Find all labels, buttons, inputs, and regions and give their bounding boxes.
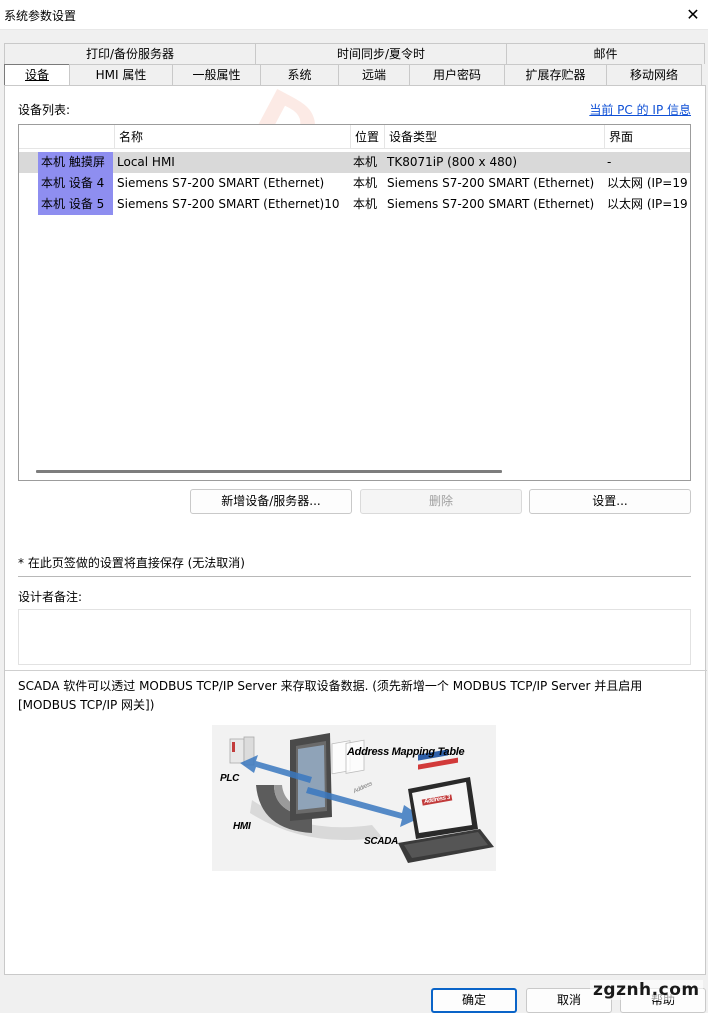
direct-save-note: * 在此页签做的设置将直接保存 (无法取消)	[18, 556, 245, 570]
cell-name: Siemens S7-200 SMART (Ethernet)	[117, 176, 325, 190]
cell-location: 本机	[353, 176, 378, 190]
window-title: 系统参数设置	[4, 9, 77, 23]
tab-row-lower: 设备 HMI 属性 一般属性 系统 远端 用户密码 扩展存贮器 移动网络	[4, 64, 706, 85]
settings-button[interactable]: 设置...	[529, 489, 691, 514]
devices-panel: DATAIE 设备列表: 当前 PC 的 IP 信息 名称 位置 设备类型 界面…	[4, 73, 707, 975]
tab-system[interactable]: 系统	[260, 64, 339, 85]
row-header: 本机 设备 4	[38, 173, 113, 194]
cell-device-type: Siemens S7-200 SMART (Ethernet)	[387, 176, 595, 190]
cell-device-type: Siemens S7-200 SMART (Ethernet)	[387, 197, 595, 211]
site-watermark: zgznh.com	[590, 980, 703, 1000]
cell-device-type: TK8071iP (800 x 480)	[387, 155, 518, 169]
scada-diagram: Address Mapping Table PLC HMI SCADA Addr…	[212, 725, 496, 871]
close-icon[interactable]: ✕	[682, 4, 704, 26]
current-pc-ip-link[interactable]: 当前 PC 的 IP 信息	[589, 101, 691, 118]
cell-interface: 以太网 (IP=19	[607, 176, 688, 190]
cell-interface: -	[607, 155, 612, 169]
add-device-button[interactable]: 新增设备/服务器...	[190, 489, 352, 514]
table-row[interactable]: 本机 设备 4 Siemens S7-200 SMART (Ethernet) …	[19, 173, 690, 194]
scada-label: SCADA	[364, 836, 399, 847]
horizontal-scrollbar[interactable]	[36, 470, 502, 473]
tab-general-properties[interactable]: 一般属性	[172, 64, 261, 85]
column-header-name[interactable]: 名称	[114, 125, 143, 149]
tab-row-upper: 打印/备份服务器 时间同步/夏令时 邮件	[4, 43, 706, 64]
designer-notes-field[interactable]	[18, 609, 691, 665]
divider	[5, 670, 707, 671]
row-header: 本机 触摸屏	[38, 152, 113, 173]
cell-location: 本机	[353, 155, 378, 169]
tab-hmi-properties[interactable]: HMI 属性	[69, 64, 173, 85]
plc-label: PLC	[220, 773, 240, 784]
table-row[interactable]: 本机 设备 5 Siemens S7-200 SMART (Ethernet)1…	[19, 194, 690, 215]
tab-print-backup-server[interactable]: 打印/备份服务器	[4, 43, 256, 64]
delete-button[interactable]: 删除	[360, 489, 522, 514]
column-header-device-type[interactable]: 设备类型	[384, 125, 437, 149]
row-header: 本机 设备 5	[38, 194, 113, 215]
tab-remote[interactable]: 远端	[338, 64, 410, 85]
cell-interface: 以太网 (IP=19	[607, 197, 688, 211]
cell-name: Siemens S7-200 SMART (Ethernet)10	[117, 197, 340, 211]
tab-extended-memory[interactable]: 扩展存贮器	[504, 64, 607, 85]
tab-time-sync-dst[interactable]: 时间同步/夏令时	[255, 43, 507, 64]
tab-email[interactable]: 邮件	[506, 43, 705, 64]
address-mapping-label: Address Mapping Table	[347, 746, 465, 758]
title-bar: 系统参数设置 ✕	[0, 0, 708, 30]
column-header-location[interactable]: 位置	[350, 125, 379, 149]
device-table[interactable]: 名称 位置 设备类型 界面 本机 触摸屏 Local HMI 本机 TK8071…	[18, 124, 691, 481]
designer-notes-label: 设计者备注:	[18, 590, 83, 604]
table-row[interactable]: 本机 触摸屏 Local HMI 本机 TK8071iP (800 x 480)…	[19, 152, 690, 173]
tab-user-password[interactable]: 用户密码	[409, 64, 505, 85]
scada-info-text: SCADA 软件可以透过 MODBUS TCP/IP Server 来存取设备数…	[18, 679, 643, 712]
divider	[18, 576, 691, 577]
column-header-interface[interactable]: 界面	[604, 125, 633, 149]
hmi-label: HMI	[233, 821, 251, 832]
device-list-label: 设备列表:	[18, 103, 71, 117]
tab-mobile-network[interactable]: 移动网络	[606, 64, 702, 85]
cell-location: 本机	[353, 197, 378, 211]
ok-button[interactable]: 确定	[431, 988, 517, 1013]
table-header: 名称 位置 设备类型 界面	[19, 125, 690, 149]
cell-name: Local HMI	[117, 155, 175, 169]
dialog-body: 打印/备份服务器 时间同步/夏令时 邮件 设备 HMI 属性 一般属性 系统 远…	[0, 30, 708, 1013]
tab-devices[interactable]: 设备	[4, 64, 70, 85]
